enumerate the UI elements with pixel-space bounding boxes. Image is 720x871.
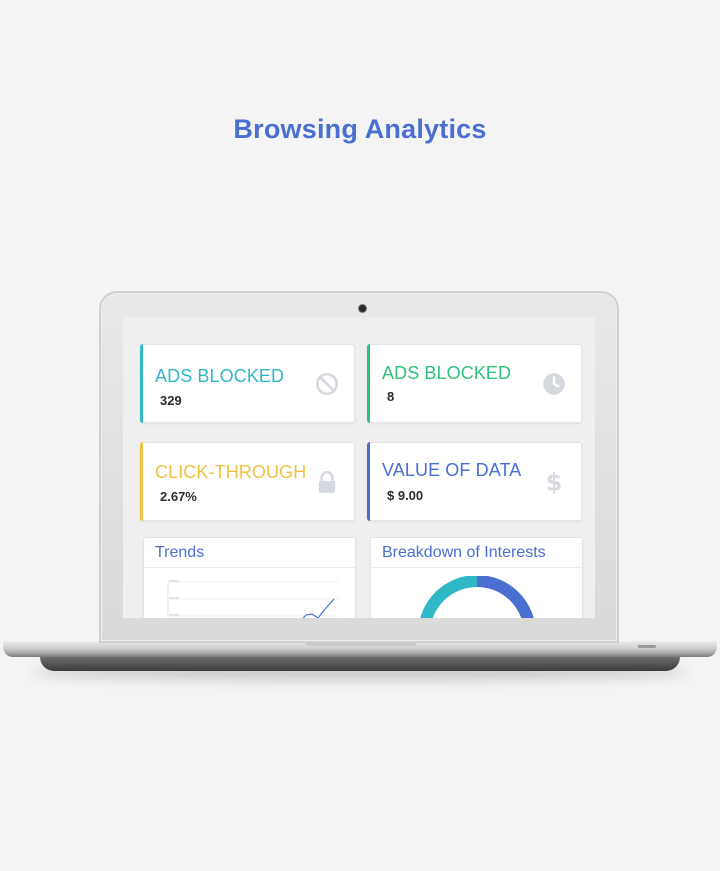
trends-line-chart <box>154 572 349 618</box>
stat-label: CLICK-THROUGH <box>155 462 307 482</box>
stat-value: $ 9.00 <box>387 488 424 503</box>
stat-label: VALUE OF DATA <box>382 460 522 480</box>
trends-panel: Trends <box>143 537 356 618</box>
camera-icon <box>359 305 366 312</box>
laptop-led <box>638 645 656 648</box>
stat-value: 329 <box>160 393 182 408</box>
panel-header: Breakdown of Interests <box>371 538 582 568</box>
card-accent-bar <box>140 344 143 423</box>
clock-icon <box>543 373 565 395</box>
panel-title: Breakdown of Interests <box>382 544 546 561</box>
card-accent-bar <box>367 344 370 423</box>
page-title: Browsing Analytics <box>233 114 487 144</box>
stat-label: ADS BLOCKED <box>155 366 285 386</box>
prohibited-icon <box>315 372 339 396</box>
page: Browsing Analytics ADS BLOCKED 329 ADS B… <box>0 0 720 871</box>
card-accent-bar <box>367 442 370 521</box>
stat-card-ads-blocked-2: ADS BLOCKED 8 <box>367 344 582 423</box>
stat-label: ADS BLOCKED <box>382 363 512 383</box>
lock-icon <box>318 471 336 493</box>
interests-donut-chart <box>420 576 534 618</box>
dashboard-screen: ADS BLOCKED 329 ADS BLOCKED 8 CLICK-THRO… <box>123 317 595 618</box>
dollar-icon: $ <box>546 469 563 495</box>
svg-text:$: $ <box>546 469 563 495</box>
stat-card-ads-blocked: ADS BLOCKED 329 <box>140 344 355 423</box>
interests-panel: Breakdown of Interests <box>370 537 583 618</box>
card-accent-bar <box>140 442 143 521</box>
panel-header: Trends <box>144 538 355 568</box>
stat-card-click-through: CLICK-THROUGH 2.67% <box>140 442 355 521</box>
stat-value: 8 <box>387 389 395 404</box>
laptop-foot <box>40 657 680 671</box>
panel-title: Trends <box>155 544 205 561</box>
stat-card-value-of-data: VALUE OF DATA $ 9.00 $ <box>367 442 582 521</box>
stat-value: 2.67% <box>160 489 197 504</box>
